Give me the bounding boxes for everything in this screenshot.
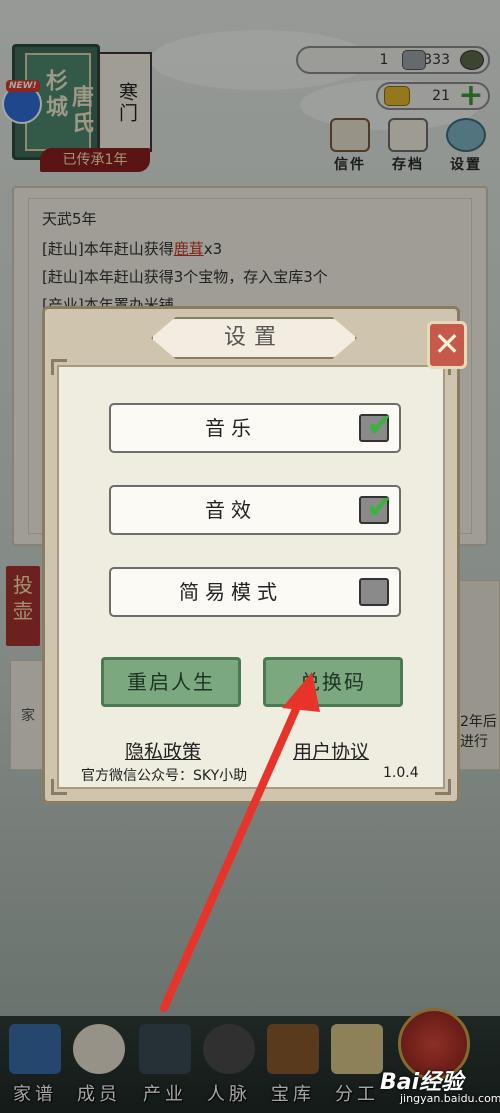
arrow-head	[282, 672, 320, 712]
red-arrow-annotation	[160, 672, 320, 1012]
baidu-watermark-url: jingyan.baidu.com	[400, 1092, 500, 1105]
arrow-shaft	[160, 696, 304, 1012]
